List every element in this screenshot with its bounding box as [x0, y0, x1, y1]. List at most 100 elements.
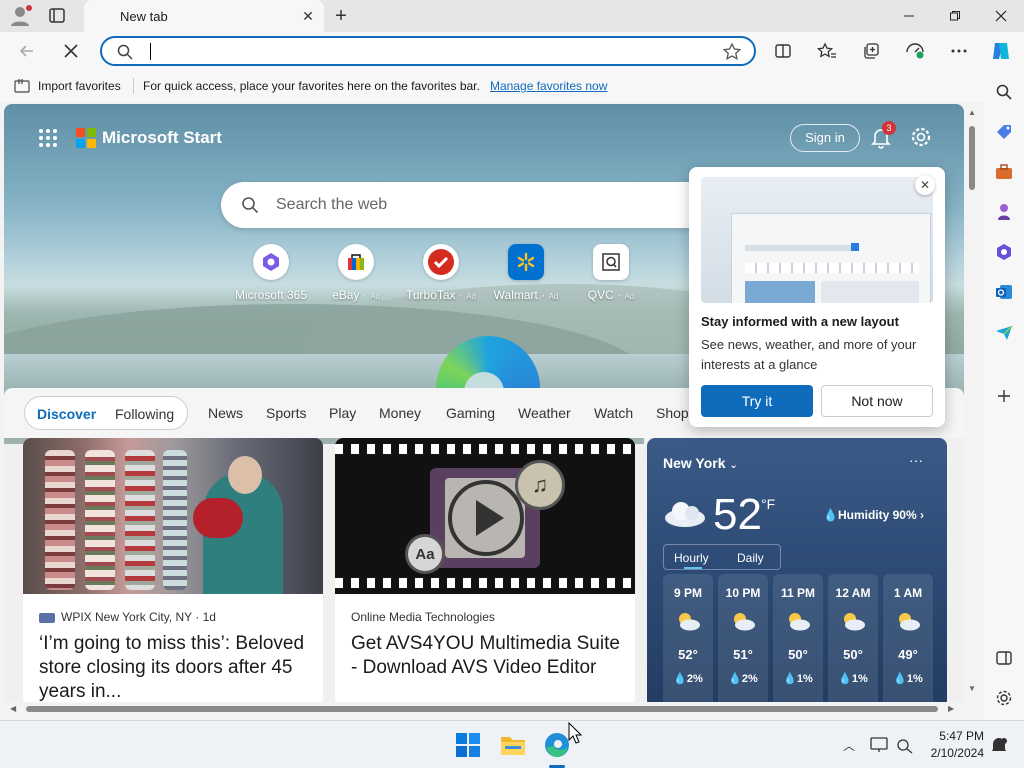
card-source: Online Media Technologies: [351, 610, 495, 624]
new-tab-button[interactable]: +: [330, 5, 352, 27]
outlook-icon[interactable]: [992, 280, 1016, 304]
card-title[interactable]: ‘I’m going to miss this’: Beloved store …: [39, 632, 309, 702]
horizontal-scrollbar[interactable]: ◀ ▶: [4, 702, 964, 716]
nav-shop[interactable]: Shop: [656, 405, 689, 421]
hourly-forecast: 11 PM 50° 💧1%: [773, 574, 823, 702]
not-now-button[interactable]: Not now: [821, 385, 933, 417]
more-options-icon[interactable]: [946, 38, 972, 64]
pix11-logo-icon: [39, 612, 55, 623]
mouse-cursor-icon: [568, 722, 582, 744]
try-it-button[interactable]: Try it: [701, 385, 813, 417]
clock-date[interactable]: 2/10/2024: [920, 746, 984, 760]
sidebar-search-icon[interactable]: [992, 80, 1016, 104]
back-icon[interactable]: [14, 38, 40, 64]
close-popup-icon[interactable]: ✕: [915, 175, 935, 195]
nav-gaming[interactable]: Gaming: [446, 405, 495, 421]
nav-news[interactable]: News: [208, 405, 243, 421]
partly-cloudy-night-icon: [899, 613, 920, 631]
music-note-icon: ♫: [515, 460, 565, 510]
add-sidebar-app-icon[interactable]: [992, 384, 1016, 408]
clock-time[interactable]: 5:47 PM: [930, 729, 984, 743]
chevron-up-icon[interactable]: ︿: [843, 737, 855, 754]
scroll-thumb[interactable]: [969, 126, 975, 190]
nav-sports[interactable]: Sports: [266, 405, 306, 421]
address-bar[interactable]: [100, 36, 756, 66]
notification-center-icon[interactable]: [990, 736, 1008, 754]
gear-icon[interactable]: [910, 126, 932, 148]
vertical-scrollbar[interactable]: ▲ ▼: [965, 104, 979, 702]
favorites-bar-message: For quick access, place your favorites h…: [143, 79, 480, 93]
tab-discover[interactable]: Discover: [37, 406, 96, 422]
import-favorites-icon[interactable]: [14, 78, 30, 94]
split-screen-icon[interactable]: [770, 38, 796, 64]
quick-link-walmart[interactable]: Walmart · Ad: [481, 244, 571, 302]
manage-favorites-link[interactable]: Manage favorites now: [490, 79, 607, 93]
hourly-forecast: 10 PM 51° 💧2%: [718, 574, 768, 702]
quick-link-microsoft-365[interactable]: Microsoft 365: [226, 244, 316, 302]
scroll-left-icon[interactable]: ◀: [10, 704, 16, 713]
quick-link-turbotax[interactable]: TurboTax · Ad: [396, 244, 486, 302]
edge-taskbar-icon[interactable]: [543, 731, 571, 759]
quick-link-label: TurboTax: [405, 288, 456, 302]
stop-loading-icon[interactable]: [58, 38, 84, 64]
tab-hourly[interactable]: Hourly: [674, 551, 709, 565]
restore-button[interactable]: [932, 0, 978, 32]
performance-icon[interactable]: [902, 38, 928, 64]
nav-play[interactable]: Play: [329, 405, 356, 421]
games-icon[interactable]: [992, 200, 1016, 224]
nav-watch[interactable]: Watch: [594, 405, 633, 421]
humidity[interactable]: 💧Humidity 90% ›: [823, 508, 924, 522]
quick-link-ebay[interactable]: eBay · Ad: [311, 244, 401, 302]
tab-actions-icon[interactable]: [46, 6, 70, 26]
card-source: WPIX New York City, NY · 1d: [61, 610, 216, 624]
news-card[interactable]: WPIX New York City, NY · 1d ‘I’m going t…: [23, 438, 323, 702]
shopping-tag-icon[interactable]: [992, 120, 1016, 144]
nav-weather[interactable]: Weather: [518, 405, 571, 421]
web-search-box[interactable]: Search the web: [221, 182, 741, 228]
ad-card[interactable]: ♫ Aa Online Media Technologies Get AVS4Y…: [335, 438, 635, 702]
copilot-icon[interactable]: [988, 38, 1014, 64]
hourly-forecast: 12 AM 50° 💧1%: [828, 574, 878, 702]
weather-card[interactable]: New York ⌄ ··· 52 °F 💧Humidity 90% › Hou…: [647, 438, 947, 702]
star-icon[interactable]: [722, 42, 742, 62]
sign-in-button[interactable]: Sign in: [790, 124, 860, 152]
ebay-bag-icon: [338, 244, 374, 280]
tab-daily[interactable]: Daily: [737, 551, 764, 565]
file-explorer-icon[interactable]: [499, 731, 527, 759]
scroll-thumb[interactable]: [26, 706, 938, 712]
hide-sidebar-icon[interactable]: [992, 646, 1016, 670]
nav-money[interactable]: Money: [379, 405, 421, 421]
current-temperature: 52: [713, 490, 762, 539]
quick-link-qvc[interactable]: QVC · Ad: [566, 244, 656, 302]
network-icon[interactable]: [896, 736, 914, 754]
import-favorites-button[interactable]: Import favorites: [38, 79, 121, 93]
drop-icon[interactable]: [992, 320, 1016, 344]
favorites-icon[interactable]: [814, 38, 840, 64]
windows-start-icon[interactable]: [454, 731, 482, 759]
close-tab-icon[interactable]: ✕: [300, 8, 316, 24]
scroll-right-icon[interactable]: ▶: [948, 704, 954, 713]
card-title[interactable]: Get AVS4YOU Multimedia Suite - Download …: [351, 632, 621, 680]
search-icon: [117, 44, 133, 60]
weather-city[interactable]: New York ⌄: [663, 455, 738, 471]
tab-new-tab[interactable]: New tab ✕: [84, 0, 324, 32]
ad-label: Ad: [548, 292, 559, 301]
profile-icon[interactable]: [8, 4, 34, 28]
tab-following[interactable]: Following: [115, 406, 174, 422]
app-launcher-icon[interactable]: [38, 128, 58, 148]
sidebar-settings-icon[interactable]: [992, 686, 1016, 710]
scroll-up-icon[interactable]: ▲: [968, 108, 976, 117]
more-options-icon[interactable]: ···: [909, 452, 923, 468]
tools-icon[interactable]: [992, 160, 1016, 184]
display-icon[interactable]: [870, 736, 888, 754]
partly-cloudy-night-icon: [789, 613, 810, 631]
search-icon: [242, 197, 259, 214]
minimize-button[interactable]: [886, 0, 932, 32]
collections-icon[interactable]: [858, 38, 884, 64]
partly-cloudy-night-icon: [844, 613, 865, 631]
popup-title: Stay informed with a new layout: [701, 314, 899, 329]
close-window-button[interactable]: [978, 0, 1024, 32]
microsoft-365-icon[interactable]: [992, 240, 1016, 264]
tab-title: New tab: [120, 9, 168, 24]
scroll-down-icon[interactable]: ▼: [968, 684, 976, 693]
